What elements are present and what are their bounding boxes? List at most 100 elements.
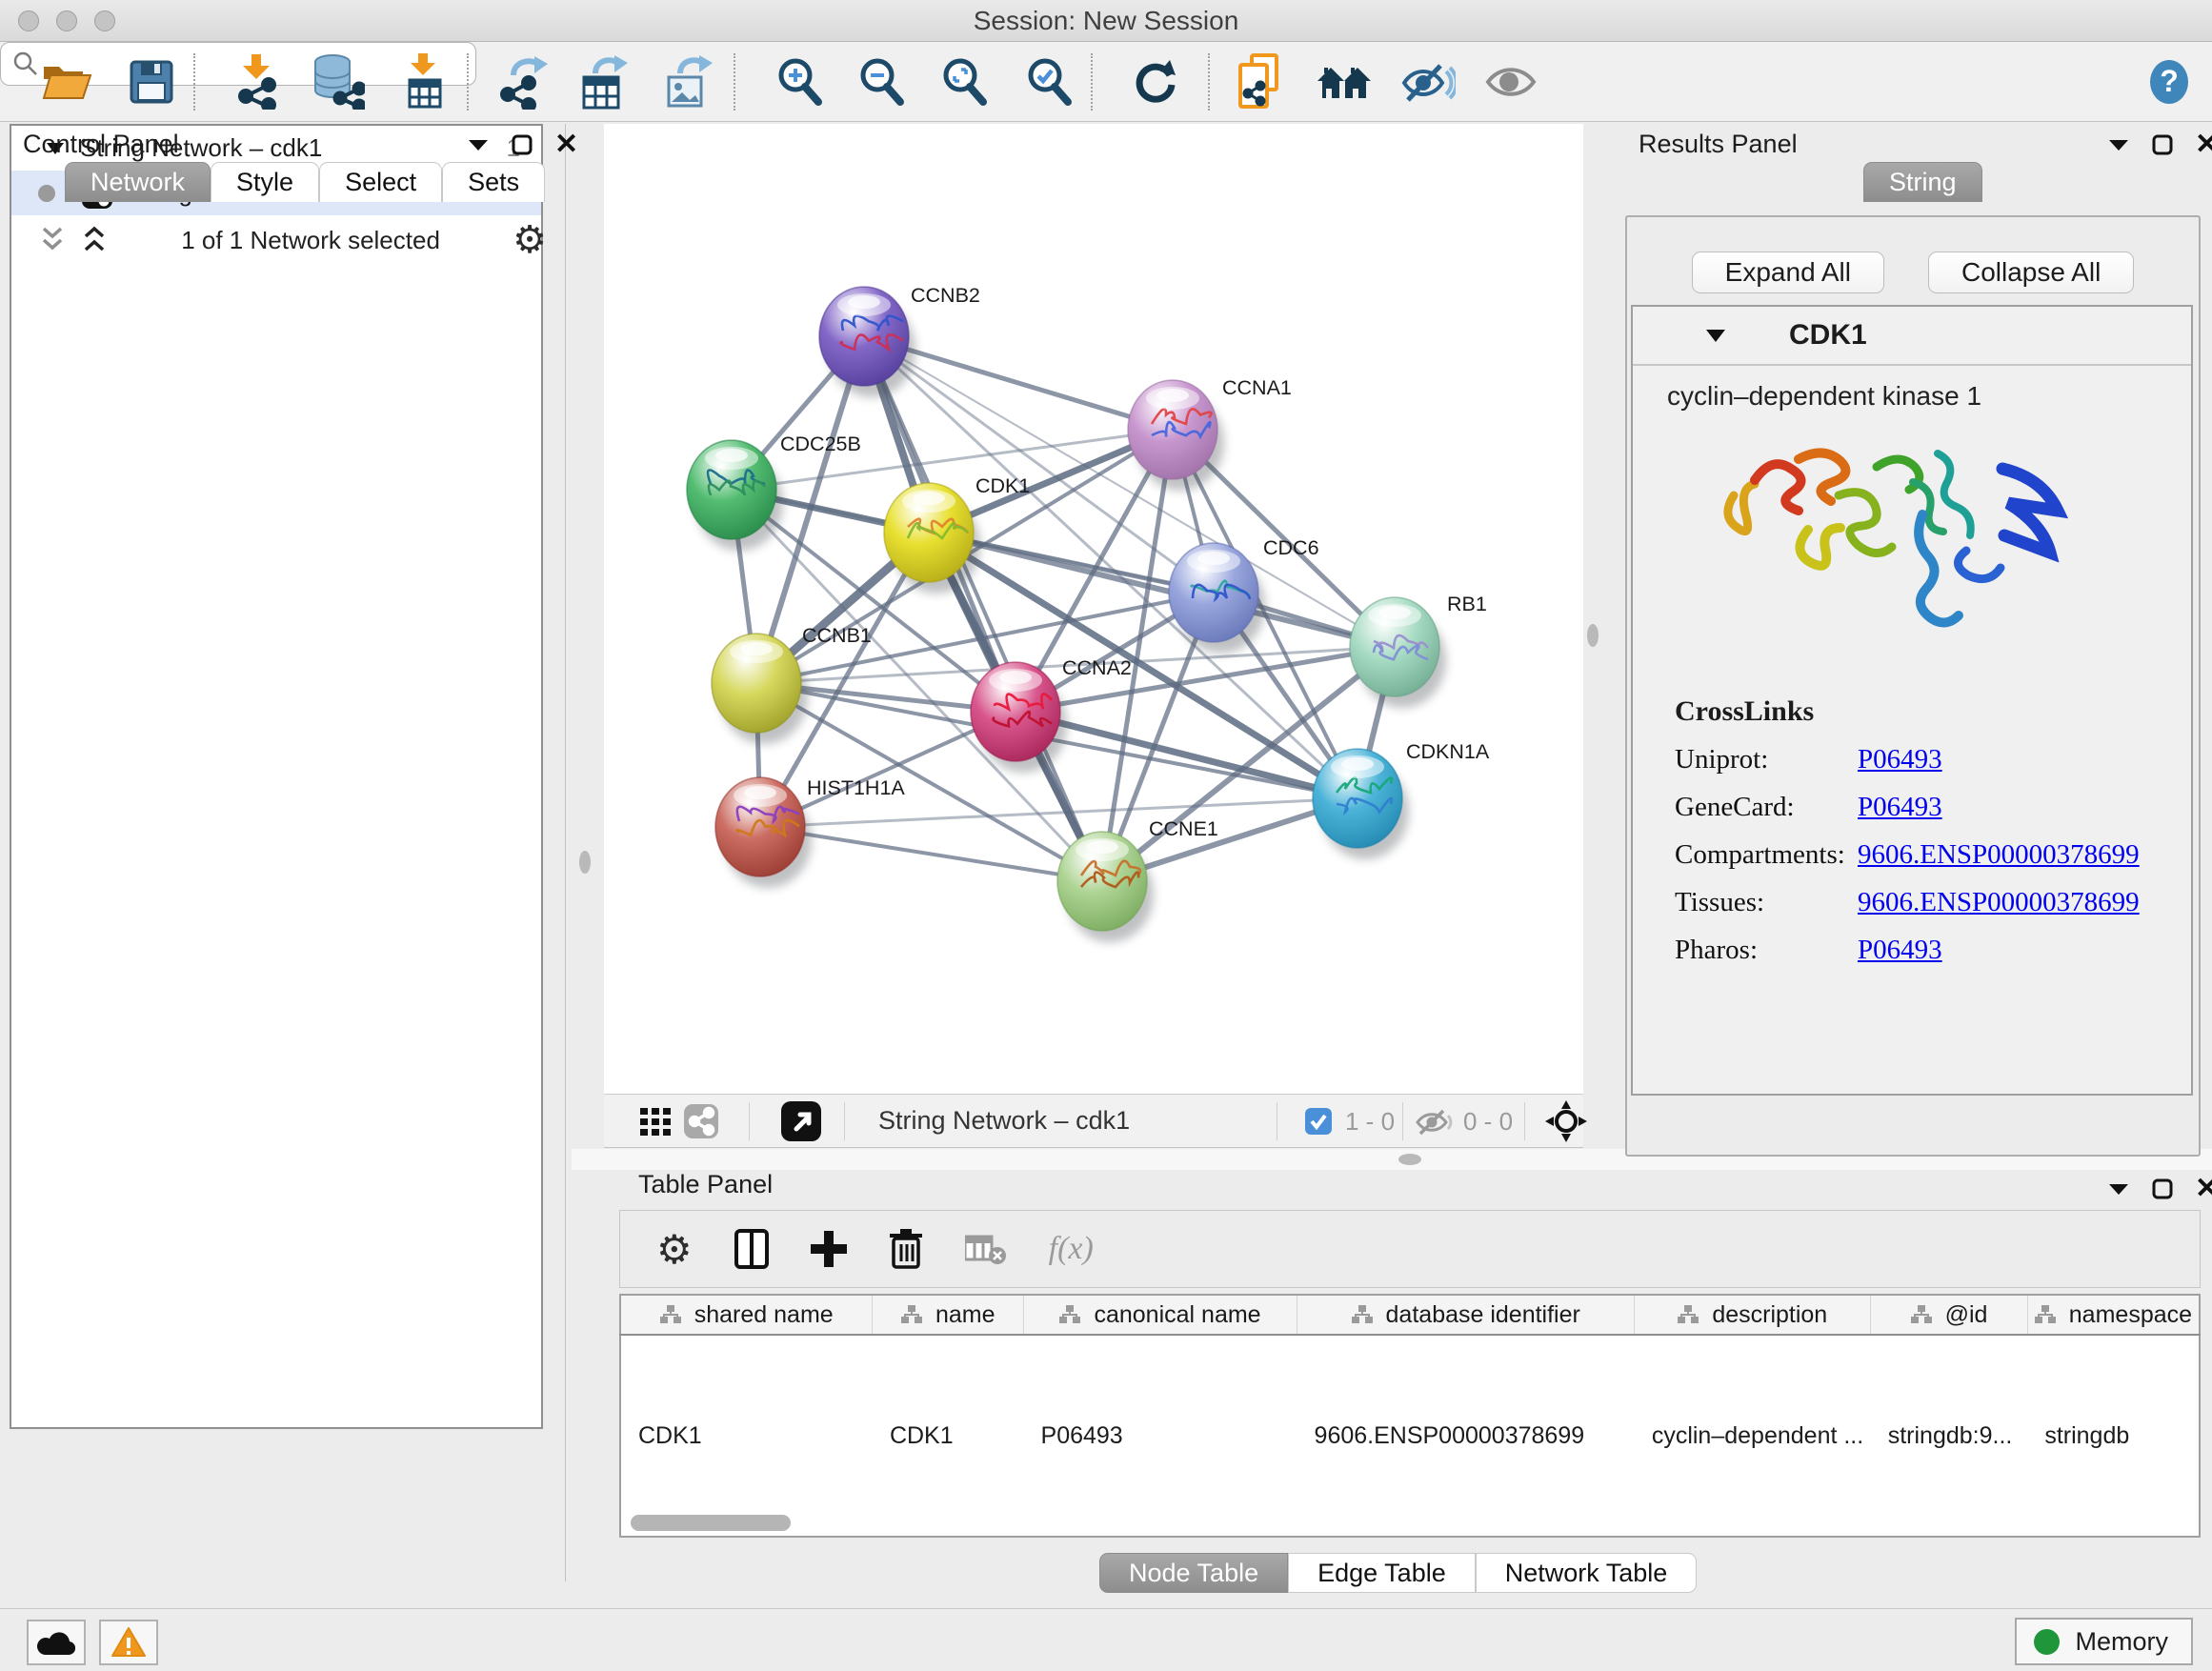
eye-slash-icon	[1400, 60, 1456, 104]
open-session-button[interactable]	[31, 50, 102, 113]
column-header-namespace[interactable]: namespace	[2027, 1295, 2200, 1335]
node-table-body: CDK1CDK1P064939606.ENSP00000378699cyclin…	[620, 1335, 2200, 1537]
memory-button[interactable]: Memory	[2015, 1618, 2193, 1665]
node-CDK1[interactable]: CDK1	[884, 474, 1030, 594]
tab-node-table[interactable]: Node Table	[1099, 1553, 1288, 1593]
node-label-CDC6: CDC6	[1263, 536, 1319, 559]
table-toolbar: ⚙ f(x)	[619, 1210, 2201, 1288]
window-title: Session: New Session	[0, 0, 2212, 42]
crosslink-link[interactable]: 9606.ENSP00000378699	[1858, 839, 2140, 871]
import-network-icon	[232, 54, 284, 110]
birdseye-crosshair-icon[interactable]	[1545, 1100, 1587, 1142]
node-CCNB2[interactable]: CCNB2	[819, 284, 980, 397]
collapse-all-chevron-icon[interactable]	[38, 225, 67, 255]
duplicate-network-button[interactable]	[1224, 50, 1295, 113]
column-header-description[interactable]: description	[1635, 1295, 1871, 1335]
expand-all-chevron-icon[interactable]	[80, 225, 109, 255]
left-splitter-handle[interactable]	[579, 851, 591, 874]
close-panel-icon[interactable]: ✕	[2195, 1176, 2212, 1202]
crosslink-link[interactable]: P06493	[1858, 744, 1942, 775]
import-network-file-button[interactable]	[223, 50, 293, 113]
float-panel-icon[interactable]	[2107, 137, 2130, 152]
save-session-button[interactable]	[116, 50, 187, 113]
node-CCNB1[interactable]: CCNB1	[712, 624, 872, 744]
float-panel-icon[interactable]	[467, 137, 490, 152]
tab-sets[interactable]: Sets	[442, 162, 545, 202]
tab-network[interactable]: Network	[65, 162, 211, 202]
float-panel-icon[interactable]	[2107, 1181, 2130, 1197]
tab-network-table[interactable]: Network Table	[1476, 1553, 1698, 1593]
crosslink-link[interactable]: P06493	[1858, 792, 1942, 823]
delete-table-icon[interactable]	[965, 1233, 1007, 1265]
string-network-graph[interactable]: CCNB2CCNA1CDC25BCDK1CDC6RB1CCNB1CCNA2CDK…	[604, 124, 1583, 1094]
cloud-status-button[interactable]	[27, 1620, 86, 1665]
minimize-window-button[interactable]	[56, 10, 77, 31]
show-hidden-button[interactable]	[1476, 50, 1546, 113]
warnings-button[interactable]	[99, 1620, 158, 1665]
zoom-in-button[interactable]	[765, 50, 835, 113]
node-CDC6[interactable]: CDC6	[1169, 536, 1319, 654]
zoom-out-button[interactable]	[847, 50, 917, 113]
function-builder-icon[interactable]: f(x)	[1049, 1231, 1094, 1267]
tab-style[interactable]: Style	[211, 162, 319, 202]
node-RB1[interactable]: RB1	[1350, 593, 1487, 708]
collapse-all-button[interactable]: Collapse All	[1928, 252, 2134, 293]
node-HIST1H1A[interactable]: HIST1H1A	[715, 776, 905, 888]
column-header-database-identifier[interactable]: database identifier	[1297, 1295, 1635, 1335]
detach-view-icon[interactable]	[781, 1101, 821, 1141]
table-settings-gear-icon[interactable]: ⚙	[656, 1226, 693, 1273]
expand-all-button[interactable]: Expand All	[1692, 252, 1884, 293]
gear-icon[interactable]: ⚙	[513, 218, 547, 262]
zoom-selected-button[interactable]	[1015, 50, 1085, 113]
protein-section-header[interactable]: CDK1	[1633, 307, 2191, 366]
hidden-eye-icon[interactable]	[1416, 1108, 1454, 1137]
export-table-button[interactable]	[570, 50, 640, 113]
delete-column-trash-icon[interactable]	[889, 1229, 923, 1269]
selected-checkbox-icon[interactable]	[1305, 1108, 1332, 1135]
column-header-shared-name[interactable]: shared name	[620, 1295, 873, 1335]
add-column-icon[interactable]	[811, 1231, 847, 1267]
node-CCNA1[interactable]: CCNA1	[1128, 376, 1292, 491]
zoom-fit-button[interactable]	[930, 50, 1000, 113]
import-network-database-button[interactable]	[303, 50, 373, 113]
zoom-window-button[interactable]	[94, 10, 115, 31]
column-label: shared name	[694, 1301, 834, 1329]
tab-select[interactable]: Select	[319, 162, 442, 202]
crosslink-link[interactable]: 9606.ENSP00000378699	[1858, 887, 2140, 918]
table-row[interactable]: CDK1CDK1P064939606.ENSP00000378699cyclin…	[620, 1335, 2200, 1537]
crosslink-link[interactable]: P06493	[1858, 935, 1942, 966]
export-image-button[interactable]	[654, 50, 725, 113]
node-label-CCNE1: CCNE1	[1149, 817, 1218, 840]
export-network-button[interactable]	[488, 50, 558, 113]
close-panel-icon[interactable]: ✕	[554, 131, 578, 158]
column-header-@id[interactable]: @id	[1871, 1295, 2028, 1335]
section-collapse-icon[interactable]	[1705, 328, 1726, 344]
maximize-panel-icon[interactable]	[511, 133, 533, 156]
edge-CCNB2-CCNE1[interactable]	[864, 336, 1102, 881]
edge-CDK1-RB1[interactable]	[929, 533, 1395, 647]
column-header-canonical-name[interactable]: canonical name	[1024, 1295, 1297, 1335]
node-CDKN1A[interactable]: CDKN1A	[1313, 740, 1490, 859]
table-horizontal-scrollbar[interactable]	[631, 1515, 791, 1531]
network-view-icon[interactable]	[684, 1104, 718, 1138]
maximize-panel-icon[interactable]	[2151, 1178, 2174, 1200]
grid-view-icon[interactable]	[640, 1108, 673, 1137]
close-window-button[interactable]	[18, 10, 39, 31]
show-all-networks-button[interactable]	[1310, 50, 1380, 113]
hide-selected-button[interactable]	[1393, 50, 1463, 113]
right-splitter-handle[interactable]	[1587, 624, 1599, 647]
node-label-CCNA1: CCNA1	[1222, 376, 1292, 399]
tab-edge-table[interactable]: Edge Table	[1288, 1553, 1476, 1593]
network-canvas[interactable]: CCNB2CCNA1CDC25BCDK1CDC6RB1CCNB1CCNA2CDK…	[604, 124, 1583, 1094]
close-panel-icon[interactable]: ✕	[2195, 131, 2212, 158]
edge-HIST1H1A-CCNE1[interactable]	[760, 827, 1102, 881]
help-button[interactable]: ?	[2134, 50, 2204, 113]
column-header-name[interactable]: name	[873, 1295, 1024, 1335]
show-columns-icon[interactable]	[734, 1229, 769, 1269]
apply-layout-button[interactable]	[1120, 50, 1191, 113]
node-CCNA2[interactable]: CCNA2	[971, 656, 1132, 773]
import-table-file-button[interactable]	[390, 50, 460, 113]
maximize-panel-icon[interactable]	[2151, 133, 2174, 156]
tab-string[interactable]: String	[1863, 162, 1982, 202]
footer-separator	[844, 1102, 845, 1140]
